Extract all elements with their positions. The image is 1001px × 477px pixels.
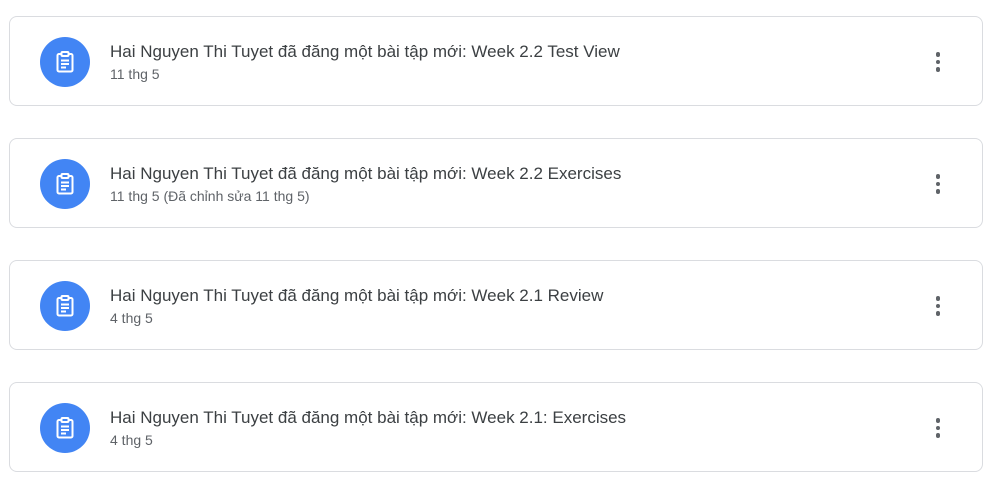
- assignment-avatar: [40, 37, 90, 87]
- post-date: 11 thg 5 (Đã chỉnh sửa 11 thg 5): [110, 188, 310, 204]
- more-vert-icon: [935, 418, 941, 423]
- assignment-icon: [56, 173, 74, 195]
- assignment-icon: [56, 417, 74, 439]
- more-vert-icon-dot: [935, 181, 941, 187]
- more-vert-icon-dot: [935, 303, 941, 309]
- assignment-avatar: [40, 159, 90, 209]
- more-options-button[interactable]: [918, 286, 958, 326]
- more-vert-icon: [935, 52, 941, 57]
- more-vert-icon: [935, 296, 941, 301]
- more-options-button[interactable]: [918, 164, 958, 204]
- assignment-icon: [56, 295, 74, 317]
- post-date: 11 thg 5: [110, 66, 160, 82]
- stream-post-card[interactable]: Hai Nguyen Thi Tuyet đã đăng một bài tập…: [9, 16, 983, 106]
- post-text: Hai Nguyen Thi Tuyet đã đăng một bài tập…: [110, 163, 902, 205]
- classroom-stream: Hai Nguyen Thi Tuyet đã đăng một bài tập…: [0, 0, 1001, 477]
- post-text: Hai Nguyen Thi Tuyet đã đăng một bài tập…: [110, 41, 902, 83]
- post-title[interactable]: Hai Nguyen Thi Tuyet đã đăng một bài tập…: [110, 163, 902, 185]
- post-title[interactable]: Hai Nguyen Thi Tuyet đã đăng một bài tập…: [110, 285, 902, 307]
- more-vert-icon-dot: [935, 67, 941, 72]
- post-date: 4 thg 5: [110, 432, 153, 448]
- more-vert-icon-dot: [935, 425, 941, 431]
- stream-post-card[interactable]: Hai Nguyen Thi Tuyet đã đăng một bài tập…: [9, 382, 983, 472]
- stream-post-card[interactable]: Hai Nguyen Thi Tuyet đã đăng một bài tập…: [9, 138, 983, 228]
- post-date: 4 thg 5: [110, 310, 153, 326]
- more-vert-icon-dot: [935, 433, 941, 438]
- post-text: Hai Nguyen Thi Tuyet đã đăng một bài tập…: [110, 407, 902, 449]
- more-options-button[interactable]: [918, 408, 958, 448]
- post-title[interactable]: Hai Nguyen Thi Tuyet đã đăng một bài tập…: [110, 41, 902, 63]
- post-title[interactable]: Hai Nguyen Thi Tuyet đã đăng một bài tập…: [110, 407, 902, 429]
- assignment-avatar: [40, 281, 90, 331]
- post-text: Hai Nguyen Thi Tuyet đã đăng một bài tập…: [110, 285, 902, 327]
- more-vert-icon: [935, 174, 941, 179]
- more-vert-icon-dot: [935, 189, 941, 194]
- more-options-button[interactable]: [918, 42, 958, 82]
- more-vert-icon-dot: [935, 311, 941, 316]
- assignment-icon: [56, 51, 74, 73]
- more-vert-icon-dot: [935, 59, 941, 65]
- assignment-avatar: [40, 403, 90, 453]
- stream-post-card[interactable]: Hai Nguyen Thi Tuyet đã đăng một bài tập…: [9, 260, 983, 350]
